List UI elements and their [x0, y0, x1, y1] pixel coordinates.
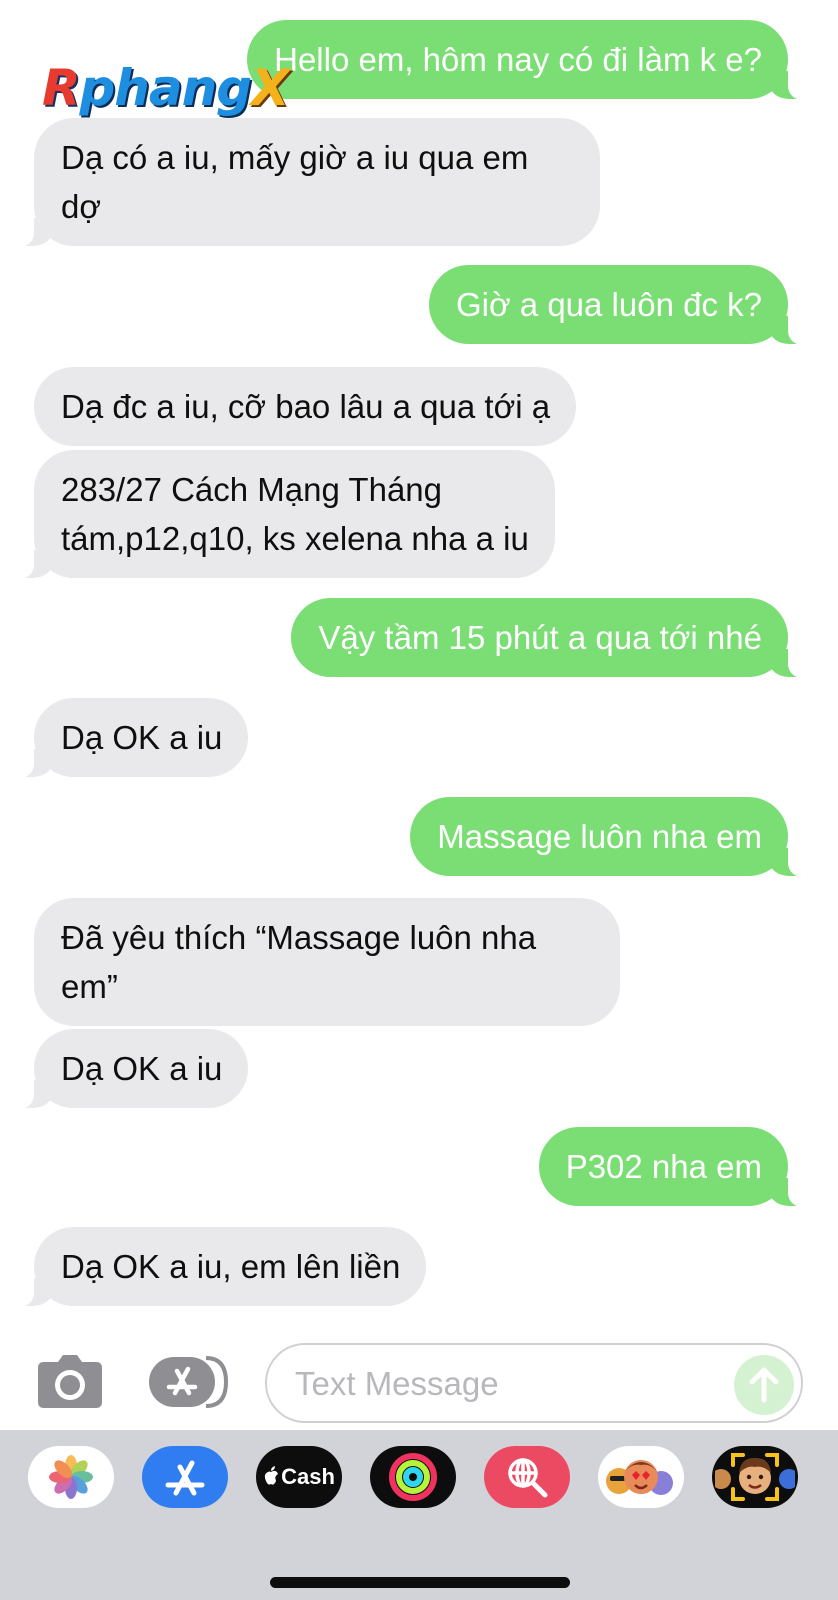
- watermark-part-2: phang: [79, 59, 253, 117]
- memoji-app-icon: [715, 1453, 795, 1501]
- message-input[interactable]: [293, 1357, 717, 1411]
- message-text: Vậy tầm 15 phút a qua tới nhé: [318, 619, 762, 656]
- message-text: Massage luôn nha em: [437, 818, 762, 855]
- memoji-stickers-app-icon: [606, 1460, 673, 1495]
- message-text: Giờ a qua luôn đc k?: [456, 286, 762, 323]
- message-thread: RphangX Hello em, hôm nay có đi làm k e?…: [0, 0, 838, 1330]
- apple-cash-label: Cash: [281, 1464, 335, 1489]
- message-bubble-incoming[interactable]: Dạ OK a iu, em lên liền: [11, 1227, 427, 1307]
- message-text: Dạ OK a iu: [61, 1050, 223, 1087]
- images-search-app-icon: [508, 1458, 548, 1498]
- app-store-app-button[interactable]: [142, 1446, 228, 1508]
- message-bubble-outgoing[interactable]: Hello em, hôm nay có đi làm k e?: [247, 20, 810, 100]
- photos-app-icon: [49, 1455, 93, 1499]
- message-bubble-outgoing[interactable]: Massage luôn nha em: [410, 797, 810, 877]
- message-text: Dạ OK a iu, em lên liền: [61, 1248, 401, 1285]
- imessage-app-drawer: Cash: [0, 1430, 838, 1600]
- apple-logo-icon: [264, 1466, 279, 1485]
- message-text-field[interactable]: [265, 1343, 803, 1423]
- message-text: Dạ OK a iu: [61, 719, 223, 756]
- watermark-part-3: X: [251, 59, 290, 117]
- message-bubble-incoming[interactable]: Dạ có a iu, mấy giờ a iu qua em dợ: [12, 118, 600, 247]
- message-bubble-incoming[interactable]: Dạ OK a iu: [11, 698, 249, 778]
- apple-cash-app-button[interactable]: Cash: [256, 1446, 342, 1508]
- memoji-app-button[interactable]: [712, 1446, 798, 1508]
- app-store-button[interactable]: [148, 1354, 230, 1410]
- memoji-stickers-app-button[interactable]: [598, 1446, 684, 1508]
- message-bubble-incoming[interactable]: Dạ đc a iu, cỡ bao lâu a qua tới ạ: [34, 367, 577, 446]
- home-indicator[interactable]: [270, 1577, 570, 1588]
- message-text: Hello em, hôm nay có đi làm k e?: [274, 41, 762, 78]
- app-store-icon: [149, 1356, 229, 1408]
- message-bubble-incoming[interactable]: Đã yêu thích “Massage luôn nha em”: [34, 898, 620, 1026]
- app-store-app-icon: [165, 1460, 205, 1496]
- camera-button[interactable]: [36, 1354, 104, 1410]
- activity-app-icon: [389, 1453, 437, 1501]
- message-bubble-outgoing[interactable]: Giờ a qua luôn đc k?: [429, 265, 810, 345]
- message-bubble-outgoing[interactable]: Vậy tầm 15 phút a qua tới nhé: [291, 598, 810, 678]
- message-text: P302 nha em: [565, 1148, 762, 1185]
- message-text: Đã yêu thích “Massage luôn nha em”: [61, 919, 537, 1005]
- message-text: Dạ đc a iu, cỡ bao lâu a qua tới ạ: [61, 388, 551, 425]
- message-bubble-incoming[interactable]: Dạ OK a iu: [11, 1029, 249, 1109]
- arrow-up-icon: [749, 1367, 779, 1403]
- message-text: 283/27 Cách Mạng Tháng tám,p12,q10, ks x…: [61, 471, 529, 557]
- camera-icon: [38, 1355, 102, 1408]
- watermark-part-1: R: [42, 59, 81, 117]
- message-bubble-outgoing[interactable]: P302 nha em: [538, 1127, 811, 1207]
- images-search-app-button[interactable]: [484, 1446, 570, 1508]
- message-text: Dạ có a iu, mấy giờ a iu qua em dợ: [61, 139, 529, 225]
- activity-app-button[interactable]: [370, 1446, 456, 1508]
- message-input-bar: [0, 1330, 838, 1430]
- send-button[interactable]: [734, 1355, 794, 1415]
- message-bubble-incoming[interactable]: 283/27 Cách Mạng Tháng tám,p12,q10, ks x…: [12, 450, 555, 579]
- photos-app-button[interactable]: [28, 1446, 114, 1508]
- watermark-logo: RphangX: [42, 58, 290, 118]
